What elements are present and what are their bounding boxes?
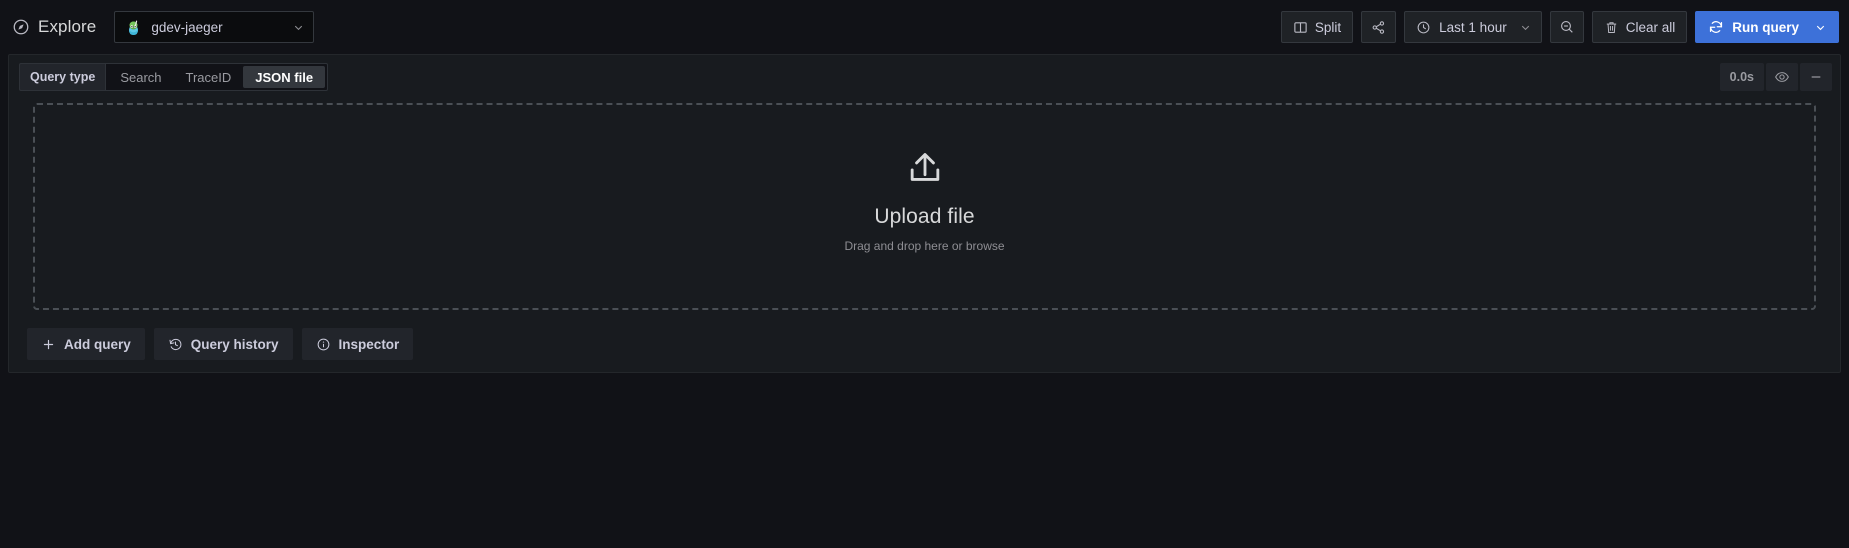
file-dropzone[interactable]: Upload file Drag and drop here or browse xyxy=(33,103,1816,310)
run-query-main[interactable]: Run query xyxy=(1696,12,1810,42)
upload-arrow-icon xyxy=(903,149,947,193)
trash-icon xyxy=(1604,20,1619,35)
inspector-button[interactable]: Inspector xyxy=(301,328,414,360)
query-editor-panel: Query type Search TraceID JSON file 0.0s xyxy=(8,54,1841,373)
datasource-picker[interactable]: gdev-jaeger xyxy=(114,11,315,43)
run-query-caret[interactable] xyxy=(1810,12,1838,42)
query-panel-header: Query type Search TraceID JSON file 0.0s xyxy=(9,55,1840,99)
clear-all-label: Clear all xyxy=(1625,19,1676,35)
dropzone-subtitle: Drag and drop here or browse xyxy=(844,238,1005,253)
inspector-label: Inspector xyxy=(338,336,400,352)
split-button-label: Split xyxy=(1314,19,1342,35)
chevron-down-icon xyxy=(1519,21,1532,34)
explore-toolbar: Explore gdev-jaeger Split Last 1 hour Cl… xyxy=(0,0,1849,54)
query-type-option-json-file[interactable]: JSON file xyxy=(243,66,326,88)
run-query-label: Run query xyxy=(1732,19,1799,35)
query-type-option-search[interactable]: Search xyxy=(108,66,173,88)
query-type-option-traceid[interactable]: TraceID xyxy=(174,66,244,88)
query-duration-badge[interactable]: 0.0s xyxy=(1719,63,1764,91)
time-range-caret[interactable] xyxy=(1517,12,1541,42)
plus-icon xyxy=(41,337,56,352)
time-range-main[interactable]: Last 1 hour xyxy=(1405,12,1517,42)
query-type-label: Query type xyxy=(19,63,106,91)
chevron-down-icon xyxy=(1814,21,1827,34)
dropzone-content: Upload file Drag and drop here or browse xyxy=(844,149,1005,253)
clock-icon xyxy=(1416,20,1431,35)
chevron-down-icon xyxy=(292,21,305,34)
info-circle-icon xyxy=(316,337,331,352)
clear-all-button[interactable]: Clear all xyxy=(1591,11,1688,43)
split-button[interactable]: Split xyxy=(1280,11,1354,43)
query-type-radio-group[interactable]: Search TraceID JSON file xyxy=(105,63,329,91)
datasource-name: gdev-jaeger xyxy=(151,19,223,35)
eye-icon xyxy=(1774,69,1790,85)
add-query-label: Add query xyxy=(64,336,131,352)
query-panel-body: Upload file Drag and drop here or browse xyxy=(9,99,1840,316)
sync-refresh-icon xyxy=(1708,19,1724,35)
query-history-button[interactable]: Query history xyxy=(153,328,293,360)
time-range-picker[interactable]: Last 1 hour xyxy=(1404,11,1542,43)
toolbar-actions: Split Last 1 hour Clear all Run query xyxy=(1280,11,1839,43)
query-panel-header-actions: 0.0s xyxy=(1719,63,1832,91)
share-nodes-icon xyxy=(1371,20,1386,35)
add-query-button[interactable]: Add query xyxy=(27,328,145,360)
compass-icon xyxy=(12,18,30,36)
zoom-out-button[interactable] xyxy=(1549,11,1584,43)
dropzone-title: Upload file xyxy=(874,204,975,228)
query-panel-footer: Add query Query history Inspector xyxy=(9,316,1840,372)
page-title: Explore xyxy=(38,17,97,36)
share-button[interactable] xyxy=(1361,11,1397,43)
explore-brand[interactable]: Explore xyxy=(8,11,102,43)
time-range-label: Last 1 hour xyxy=(1439,19,1507,35)
jaeger-logo-icon xyxy=(125,19,142,36)
history-clock-icon xyxy=(168,337,183,352)
search-minus-icon xyxy=(1559,19,1575,35)
query-history-label: Query history xyxy=(190,336,279,352)
collapse-query-button[interactable] xyxy=(1800,63,1832,91)
minus-icon xyxy=(1808,69,1824,85)
split-panes-icon xyxy=(1293,20,1308,35)
run-query-button[interactable]: Run query xyxy=(1695,11,1839,43)
toggle-visibility-button[interactable] xyxy=(1766,63,1798,91)
